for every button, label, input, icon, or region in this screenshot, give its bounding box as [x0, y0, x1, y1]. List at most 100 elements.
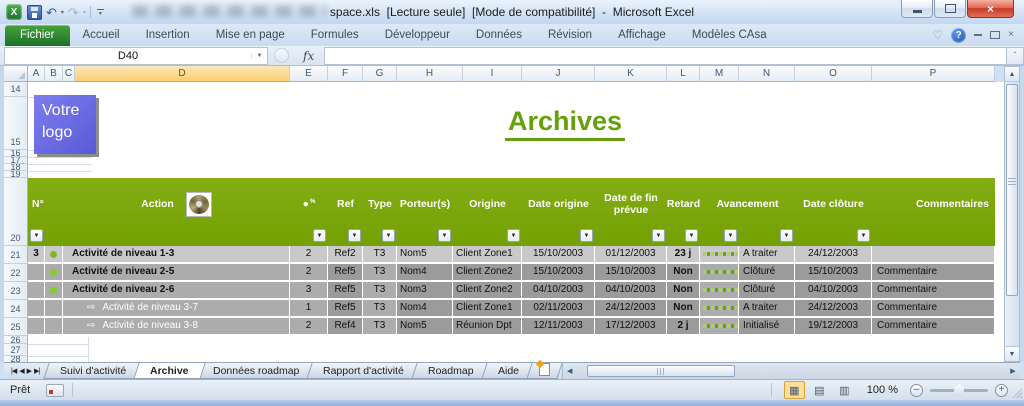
cell-ref[interactable]: Ref5: [328, 264, 363, 280]
cell-count[interactable]: 2: [290, 264, 328, 280]
cell-date_origine[interactable]: 15/10/2003: [522, 246, 595, 262]
last-sheet-icon[interactable]: ▶|: [34, 367, 40, 375]
filter-dropdown-icon[interactable]: ▼: [685, 229, 698, 242]
column-header-F[interactable]: F: [328, 66, 363, 82]
cell-porteur[interactable]: Nom4: [397, 300, 453, 316]
ribbon-tab-mise-en-page[interactable]: Mise en page: [203, 25, 298, 46]
view-page-layout-icon[interactable]: ▤: [809, 381, 830, 399]
row-header-22[interactable]: 22: [4, 264, 28, 282]
close-workbook-icon[interactable]: ×: [1008, 30, 1014, 40]
filter-dropdown-icon[interactable]: ▼: [438, 229, 451, 242]
ribbon-tab-fichier[interactable]: Fichier: [5, 25, 70, 46]
cell-bullet[interactable]: [45, 282, 63, 298]
row-header-23[interactable]: 23: [4, 282, 28, 300]
column-header-D[interactable]: D: [75, 66, 290, 82]
column-header-C[interactable]: C: [63, 66, 75, 82]
cell-statut[interactable]: A traiter: [739, 300, 795, 316]
ribbon-tab-d-veloppeur[interactable]: Développeur: [372, 25, 463, 46]
scroll-down-icon[interactable]: ▼: [1005, 346, 1019, 361]
column-header-B[interactable]: B: [45, 66, 63, 82]
cell-action[interactable]: Activité de niveau 2-6: [63, 282, 290, 298]
cell-origine[interactable]: Client Zone2: [453, 264, 522, 280]
zoom-slider-handle[interactable]: [954, 383, 964, 397]
vertical-scrollbar-thumb[interactable]: [1006, 84, 1018, 296]
cell-retard[interactable]: 2 j: [667, 318, 700, 334]
cell-statut[interactable]: Clôturé: [739, 282, 795, 298]
column-header-L[interactable]: L: [667, 66, 700, 82]
cell-bullet[interactable]: [45, 246, 63, 262]
row-header-20[interactable]: 20: [4, 178, 28, 246]
column-header-J[interactable]: J: [522, 66, 595, 82]
cell-retard[interactable]: Non: [667, 264, 700, 280]
cell-date_fin[interactable]: 24/12/2003: [595, 300, 667, 316]
filter-dropdown-icon[interactable]: ▼: [724, 229, 737, 242]
name-box-dropdown-icon[interactable]: ▼: [251, 52, 267, 59]
cell-ref[interactable]: Ref4: [328, 318, 363, 334]
column-header-A[interactable]: A: [28, 66, 45, 82]
zoom-slider[interactable]: [930, 383, 988, 397]
insert-worksheet-tab[interactable]: [526, 362, 563, 379]
view-page-break-icon[interactable]: ▥: [834, 381, 855, 399]
company-logo-placeholder[interactable]: Votre logo: [34, 95, 96, 154]
row-header-17[interactable]: 17: [4, 157, 28, 164]
cell-date_cloture[interactable]: 15/10/2003: [795, 264, 872, 280]
scroll-left-icon[interactable]: ◀: [563, 367, 577, 375]
ribbon-tab-accueil[interactable]: Accueil: [70, 25, 133, 46]
row-header-15[interactable]: 15: [4, 97, 28, 150]
filter-dropdown-icon[interactable]: ▼: [30, 229, 43, 242]
restore-workbook-icon[interactable]: [990, 31, 1001, 39]
ribbon-tab-affichage[interactable]: Affichage: [605, 25, 679, 46]
cell-ref[interactable]: Ref5: [328, 282, 363, 298]
cell-bullet[interactable]: [45, 318, 63, 334]
ribbon-tab-r-vision[interactable]: Révision: [535, 25, 605, 46]
filter-dropdown-icon[interactable]: ▼: [652, 229, 665, 242]
cell-date_origine[interactable]: 12/11/2003: [522, 318, 595, 334]
cell-no[interactable]: [28, 264, 45, 280]
cell-date_origine[interactable]: 04/10/2003: [522, 282, 595, 298]
cell-porteur[interactable]: Nom5: [397, 246, 453, 262]
column-header-H[interactable]: H: [397, 66, 463, 82]
column-header-O[interactable]: O: [795, 66, 872, 82]
help-icon[interactable]: ?: [951, 27, 967, 43]
cell-porteur[interactable]: Nom4: [397, 264, 453, 280]
cell-commentaire[interactable]: Commentaire: [872, 282, 995, 298]
cell-commentaire[interactable]: [872, 246, 995, 262]
cell-no[interactable]: [28, 282, 45, 298]
cell-action[interactable]: Activité de niveau 1-3: [63, 246, 290, 262]
formula-bar-button[interactable]: [274, 48, 289, 63]
restore-window-button[interactable]: [934, 0, 966, 18]
cell-count[interactable]: 1: [290, 300, 328, 316]
sheet-tab-suivi-d-activit-[interactable]: Suivi d'activité: [43, 363, 143, 379]
vertical-scrollbar[interactable]: ▲ ▼: [1004, 66, 1020, 362]
zoom-out-icon[interactable]: –: [910, 383, 923, 397]
close-window-button[interactable]: ×: [967, 0, 1014, 18]
cell-date_cloture[interactable]: 19/12/2003: [795, 318, 872, 334]
cell-action[interactable]: Activité de niveau 2-5: [63, 264, 290, 280]
expand-formula-bar-icon[interactable]: ˇ: [1006, 46, 1024, 65]
cell-no[interactable]: 3: [28, 246, 45, 262]
horizontal-scrollbar-thumb[interactable]: [586, 365, 735, 377]
cell-statut[interactable]: Clôturé: [739, 264, 795, 280]
row-header-16[interactable]: 16: [4, 150, 28, 157]
cell-porteur[interactable]: Nom5: [397, 318, 453, 334]
row-header-24[interactable]: 24: [4, 300, 28, 318]
cell-date_fin[interactable]: 04/10/2003: [595, 282, 667, 298]
row-header-18[interactable]: 18: [4, 164, 28, 171]
cell-action[interactable]: ⇨ Activité de niveau 3-7: [63, 300, 290, 316]
cell-type[interactable]: T3: [363, 318, 397, 334]
ribbon-tab-mod-les-casa[interactable]: Modèles CAsa: [679, 25, 780, 46]
cell-type[interactable]: T3: [363, 300, 397, 316]
cell-bullet[interactable]: [45, 300, 63, 316]
cell-statut[interactable]: A traiter: [739, 246, 795, 262]
cell-origine[interactable]: Client Zone2: [453, 282, 522, 298]
record-macro-icon[interactable]: [46, 383, 65, 397]
row-header-27[interactable]: 27: [4, 344, 28, 356]
row-header-25[interactable]: 25: [4, 318, 28, 336]
cell-date_fin[interactable]: 15/10/2003: [595, 264, 667, 280]
filter-dropdown-icon[interactable]: ▼: [382, 229, 395, 242]
sheet-tab-donn-es-roadmap[interactable]: Données roadmap: [196, 363, 316, 379]
minimize-window-button[interactable]: [901, 0, 933, 18]
filter-dropdown-icon[interactable]: ▼: [507, 229, 520, 242]
cell-date_cloture[interactable]: 04/10/2003: [795, 282, 872, 298]
name-box[interactable]: D40 ▼: [4, 46, 268, 65]
